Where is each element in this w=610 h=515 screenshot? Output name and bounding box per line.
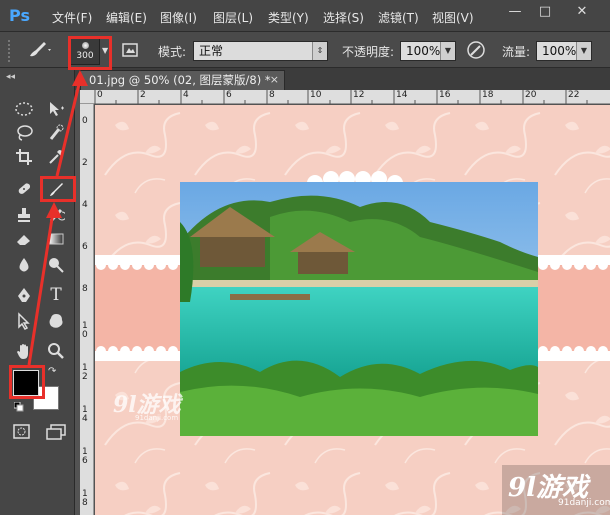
ruler-v-label: 4 [82,200,88,210]
ruler-v-label: 1 2 [82,363,88,382]
menu-bar: Ps 文件(F) 编辑(E) 图像(I) 图层(L) 类型(Y) 选择(S) 滤… [0,0,610,32]
document-tab-title: 01.jpg @ 50% (02, 图层蒙版/8) * [89,73,271,87]
menu-file[interactable]: 文件(F) [52,9,92,26]
opacity-label: 不透明度: [342,45,395,59]
healing-brush-icon[interactable] [12,178,36,200]
zoom-icon[interactable] [44,340,68,362]
flow-arrow-icon[interactable]: ▼ [576,42,591,60]
marquee-icon[interactable] [12,98,36,120]
document-tab[interactable]: 01.jpg @ 50% (02, 图层蒙版/8) * × [80,70,285,90]
opacity-arrow-icon[interactable]: ▼ [440,42,455,60]
opacity-input[interactable]: 100% ▼ [400,41,456,61]
lasso-icon[interactable] [12,122,36,144]
menu-type[interactable]: 类型(Y) [268,9,309,26]
ruler-v-label: 0 [82,116,88,126]
tablet-pressure-icon[interactable] [466,40,486,60]
ruler-v-label: 6 [82,242,88,252]
mode-value: 正常 [199,44,224,58]
close-button[interactable]: ✕ [560,0,604,22]
ruler-v-label: 1 0 [82,321,88,340]
crop-icon[interactable] [12,146,36,168]
vertical-ruler: 0 2 4 6 8 1 0 1 2 1 4 1 6 1 8 [80,104,94,515]
document-tab-bar: ◂◂ 01.jpg @ 50% (02, 图层蒙版/8) * × [0,68,610,90]
move-icon[interactable] [44,98,68,120]
beach-photo [180,182,538,436]
ruler-v-label: 2 [82,158,88,168]
clone-stamp-icon[interactable] [12,204,36,226]
menu-layer[interactable]: 图层(L) [213,9,253,26]
menu-filter[interactable]: 滤镜(T) [378,9,419,26]
ruler-v-label: 8 [82,284,88,294]
hand-icon[interactable] [12,340,36,362]
horizontal-ruler: 0 2 4 6 8 10 12 14 16 18 20 22 [80,90,610,104]
path-selection-icon[interactable] [12,310,36,332]
quick-selection-icon[interactable] [44,122,68,144]
tools-panel: ◂◂ T ↷ [0,68,75,515]
menu-image[interactable]: 图像(I) [160,9,197,26]
brush-panel-toggle-icon[interactable] [122,41,140,59]
flow-label: 流量: [502,45,531,59]
mode-dropdown[interactable]: 正常 ⇕ [193,41,328,61]
swap-colors-icon[interactable]: ↷ [48,366,56,377]
default-colors-icon[interactable] [13,401,24,412]
menu-edit[interactable]: 编辑(E) [106,9,147,26]
eyedropper-icon[interactable] [44,146,68,168]
history-brush-icon[interactable] [44,204,68,226]
photoshop-logo: Ps [9,6,30,25]
quick-mask-icon[interactable] [13,424,31,443]
tools-collapse-icon[interactable]: ◂◂ [6,72,15,82]
watermark-url: 91danji.com [135,414,179,422]
restore-button[interactable]: □ [530,0,560,22]
brush-preset-icon[interactable] [24,38,54,65]
gradient-icon[interactable] [44,228,68,250]
pen-icon[interactable] [12,284,36,306]
flow-value: 100% [542,44,577,58]
document-tab-close-icon[interactable]: × [270,71,279,89]
brush-size-highlight [68,36,112,70]
custom-shape-icon[interactable] [44,310,68,332]
site-logo-url: 91danji.com [558,498,610,508]
brush-tool-highlight [40,176,76,202]
mode-label: 模式: [158,45,187,59]
minimize-button[interactable]: — [500,0,530,22]
eraser-icon[interactable] [12,228,36,250]
site-logo: 9l游戏 91danji.com [502,465,610,515]
flow-input[interactable]: 100% ▼ [536,41,592,61]
ruler-v-label: 1 4 [82,405,88,424]
blur-icon[interactable] [12,254,36,276]
menu-select[interactable]: 选择(S) [323,9,364,26]
mode-dropdown-arrow-icon: ⇕ [312,42,327,60]
screen-mode-icon[interactable] [46,424,66,443]
document-canvas[interactable]: 9l游戏 91danji.com [95,105,610,515]
type-icon[interactable]: T [44,284,68,306]
menu-view[interactable]: 视图(V) [432,9,474,26]
opacity-value: 100% [406,44,441,58]
ruler-v-label: 1 6 [82,447,88,466]
grip-handle[interactable] [8,40,22,62]
dodge-icon[interactable] [44,254,68,276]
ruler-v-label: 1 8 [82,489,88,508]
foreground-color-highlight [9,365,45,399]
